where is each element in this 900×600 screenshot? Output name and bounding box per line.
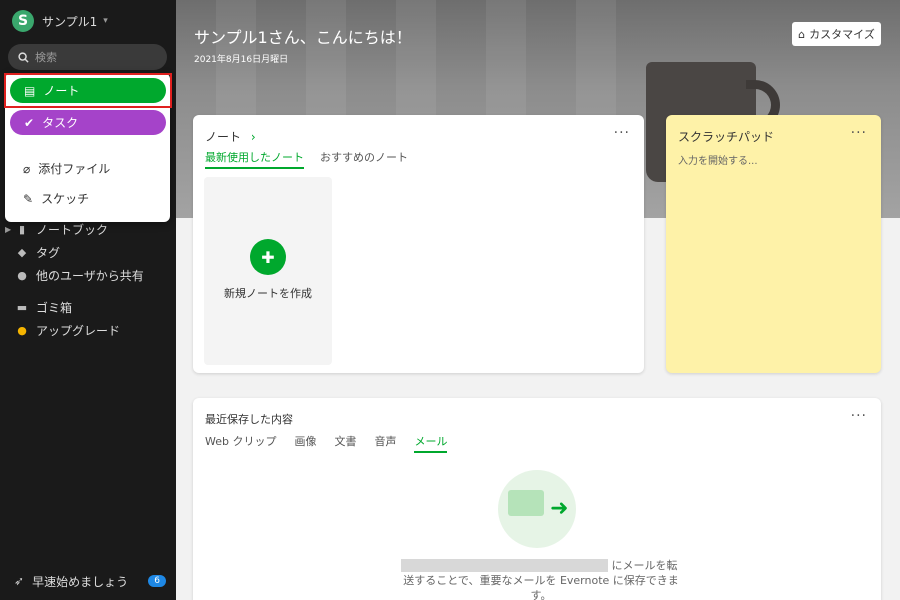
shared-users-icon: ● (17, 269, 27, 282)
sidebar-item-label: タグ (36, 246, 61, 260)
new-task-menu-label: タスク (42, 116, 79, 130)
customize-label: カスタマイズ (809, 28, 875, 41)
sidebar-item-label: アップグレード (36, 324, 121, 338)
create-note-tile[interactable]: ✚ 新規ノートを作成 (204, 177, 332, 365)
tag-icon: ◆ (17, 246, 27, 259)
tab-documents[interactable]: 文書 (334, 433, 356, 453)
sketch-icon: ✎ (23, 191, 34, 206)
tab-recent-notes[interactable]: 最新使用したノート (205, 149, 304, 169)
tab-images[interactable]: 画像 (294, 433, 316, 453)
upgrade-icon: ● (17, 324, 27, 337)
sketch-menu-label: スケッチ (41, 192, 90, 206)
date-label: 2021年8月16日月曜日 (194, 55, 289, 65)
more-options-icon[interactable]: ··· (614, 125, 630, 141)
sidebar-item-tags[interactable]: ◆ タグ (0, 241, 176, 264)
saved-tabs: Web クリップ 画像 文書 音声 メール (205, 433, 448, 453)
note-icon: ▤ (24, 83, 36, 98)
more-options-icon[interactable]: ··· (851, 125, 867, 141)
sidebar-item-trash[interactable]: ▬ ゴミ箱 (0, 296, 176, 319)
search-input[interactable]: 検索 (8, 44, 167, 70)
more-options-icon[interactable]: ··· (851, 408, 867, 424)
scratch-pad-title: スクラッチパッド (678, 130, 775, 144)
quick-start-label: 早速始めましょう (32, 574, 129, 589)
email-forward-message: にメールを転送することで、重要なメールを Evernote に保存できます。 (401, 558, 681, 600)
search-icon (18, 51, 29, 63)
chevron-right-icon: › (250, 130, 256, 144)
attachment-menu-item[interactable]: ⌀ 添付ファイル (23, 160, 110, 177)
account-avatar: S (12, 10, 34, 32)
new-note-menu-item[interactable]: ▤ ノート (10, 78, 166, 103)
scratch-pad-widget: スクラッチパッド ··· 入力を開始する... (666, 115, 881, 373)
sidebar-nav: ▶ ▮ ノートブック ◆ タグ ● 他のユーザから共有 ▬ ゴミ箱 ● アップグ… (0, 218, 176, 342)
notes-tabs: 最新使用したノート おすすめのノート (205, 149, 408, 169)
sketch-menu-item[interactable]: ✎ スケッチ (23, 190, 89, 207)
envelope-icon (508, 490, 544, 516)
notes-title-text: ノート (205, 130, 242, 144)
account-name: サンプル1 (42, 14, 98, 29)
chevron-down-icon: ▾ (103, 16, 108, 26)
tab-email[interactable]: メール (414, 433, 448, 453)
quick-start-badge: 6 (148, 575, 166, 587)
home-icon: ⌂ (798, 27, 806, 41)
tab-web-clip[interactable]: Web クリップ (205, 433, 276, 453)
paperclip-icon: ⌀ (23, 161, 31, 176)
tab-audio[interactable]: 音声 (374, 433, 396, 453)
trash-icon: ▬ (16, 301, 28, 314)
notes-widget-title[interactable]: ノート › (205, 128, 256, 145)
create-note-label: 新規ノートを作成 (224, 287, 312, 300)
new-note-icon: ✚ (250, 239, 286, 275)
rocket-icon: ➶ (14, 574, 25, 588)
sidebar-item-upgrade[interactable]: ● アップグレード (0, 319, 176, 342)
new-item-menu: ▤ ノート ✔ タスク ⌀ 添付ファイル ✎ スケッチ (5, 73, 170, 222)
greeting-title: サンプル1さん、こんにちは！ (194, 28, 412, 47)
scratch-pad-input[interactable]: 入力を開始する... (678, 152, 758, 167)
recently-saved-widget: 最近保存した内容 ··· Web クリップ 画像 文書 音声 メール ➜ にメー… (193, 398, 881, 600)
task-check-icon: ✔ (24, 115, 35, 130)
account-switcher[interactable]: S サンプル1 ▾ (12, 10, 108, 32)
customize-button[interactable]: ⌂ カスタマイズ (792, 22, 881, 46)
email-forward-text: にメールを転送することで、重要なメールを Evernote に保存できます。 (403, 559, 679, 600)
search-placeholder: 検索 (35, 51, 57, 64)
new-task-menu-item[interactable]: ✔ タスク (10, 110, 166, 135)
notebook-icon: ▮ (18, 223, 26, 236)
sidebar-item-label: 他のユーザから共有 (36, 269, 144, 283)
sidebar-item-label: ノートブック (36, 223, 109, 237)
tab-recommended-notes[interactable]: おすすめのノート (320, 149, 408, 169)
notes-widget: ノート › ··· 最新使用したノート おすすめのノート ✚ 新規ノートを作成 (193, 115, 644, 373)
recently-saved-title: 最近保存した内容 (205, 413, 293, 426)
sidebar-item-shared[interactable]: ● 他のユーザから共有 (0, 264, 176, 287)
attachment-menu-label: 添付ファイル (38, 162, 111, 176)
evernote-elephant-icon: ➜ (550, 496, 569, 521)
quick-start-button[interactable]: ➶ 早速始めましょう 6 (0, 570, 176, 592)
sidebar-item-label: ゴミ箱 (36, 301, 73, 315)
new-note-menu-label: ノート (43, 84, 80, 98)
caret-right-icon[interactable]: ▶ (5, 225, 11, 234)
